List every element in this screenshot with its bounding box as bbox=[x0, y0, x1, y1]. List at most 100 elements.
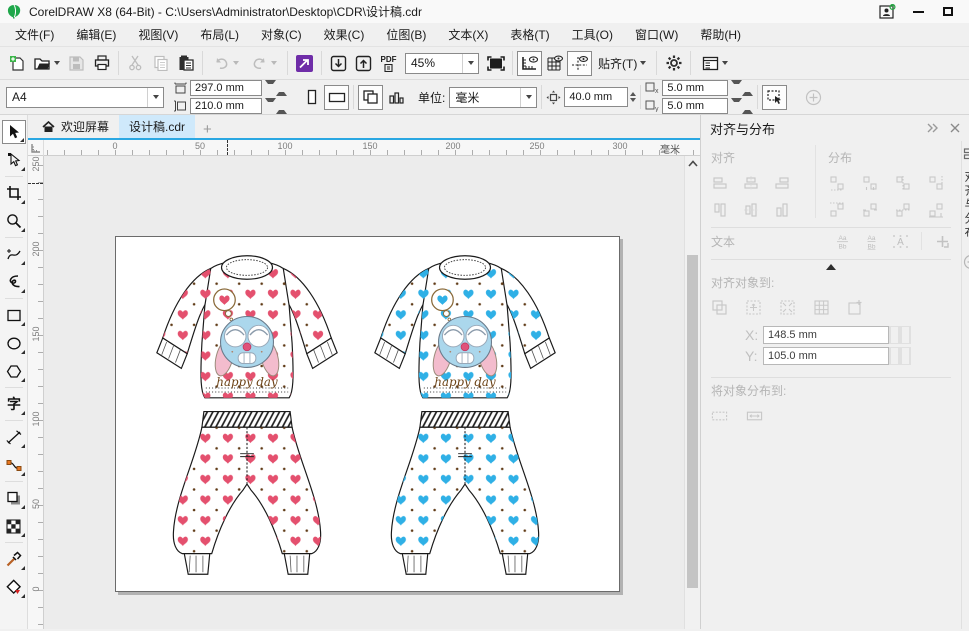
options-button[interactable] bbox=[661, 51, 686, 76]
portrait-button[interactable] bbox=[299, 85, 324, 110]
text-section-label: 文本 bbox=[711, 233, 735, 250]
print-button[interactable] bbox=[89, 51, 114, 76]
x-coordinate-spinner[interactable] bbox=[889, 326, 911, 344]
shape-tool[interactable] bbox=[2, 148, 26, 172]
minimize-icon bbox=[913, 11, 924, 13]
nudge-distance-field[interactable]: 40.0 mm bbox=[564, 87, 628, 107]
units-caret-icon[interactable] bbox=[520, 88, 536, 107]
new-tab-button[interactable]: + bbox=[195, 121, 220, 138]
tab-document[interactable]: 设计稿.cdr bbox=[119, 115, 195, 138]
window-layout-dropdown[interactable] bbox=[695, 51, 735, 76]
main-area: 字 bbox=[0, 115, 969, 629]
page-height-spinner[interactable] bbox=[265, 98, 287, 114]
docker-tab-strip: 对齐与分布 bbox=[961, 141, 969, 629]
current-page-button[interactable] bbox=[383, 85, 408, 110]
menu-bitmaps[interactable]: 位图(B) bbox=[375, 24, 437, 46]
connector-tool[interactable] bbox=[2, 453, 26, 477]
svg-text:Bb: Bb bbox=[868, 243, 876, 250]
y-coordinate-field[interactable]: 105.0 mm bbox=[763, 347, 889, 365]
y-coordinate-spinner[interactable] bbox=[889, 347, 911, 365]
export-button[interactable] bbox=[351, 51, 376, 76]
current-page-icon bbox=[388, 90, 404, 105]
dimension-tool[interactable] bbox=[2, 425, 26, 449]
all-pages-button[interactable] bbox=[358, 85, 383, 110]
polygon-tool[interactable] bbox=[2, 359, 26, 383]
open-button[interactable] bbox=[30, 51, 64, 76]
page-width-spinner[interactable] bbox=[265, 80, 287, 96]
ruler-unit-label: 毫米 bbox=[660, 141, 680, 155]
zoom-caret-icon[interactable] bbox=[462, 54, 478, 73]
menu-file[interactable]: 文件(F) bbox=[4, 24, 65, 46]
crop-tool-icon bbox=[6, 185, 22, 201]
menu-object[interactable]: 对象(C) bbox=[250, 24, 313, 46]
show-grid-toggle[interactable] bbox=[542, 51, 567, 76]
import-button[interactable] bbox=[326, 51, 351, 76]
interactive-fill-tool[interactable] bbox=[2, 575, 26, 599]
tab-welcome-screen[interactable]: 欢迎屏幕 bbox=[32, 115, 119, 138]
docker-side-tab-label[interactable]: 对齐与分布 bbox=[962, 170, 969, 240]
collapse-section-button[interactable] bbox=[711, 264, 951, 270]
quick-customize-strip-icon[interactable] bbox=[963, 254, 969, 270]
paper-size-combobox[interactable]: A4 bbox=[6, 87, 164, 108]
show-rulers-toggle[interactable] bbox=[517, 51, 542, 76]
align-section-label: 对齐 bbox=[711, 149, 815, 166]
canvas-viewport[interactable]: happy day bbox=[44, 156, 684, 629]
show-guidelines-toggle[interactable] bbox=[567, 51, 592, 76]
rectangle-tool[interactable] bbox=[2, 303, 26, 327]
new-document-button[interactable] bbox=[5, 51, 30, 76]
landscape-button[interactable] bbox=[324, 85, 349, 110]
x-coordinate-field[interactable]: 148.5 mm bbox=[763, 326, 889, 344]
v-ruler-tick: 150 bbox=[31, 326, 41, 342]
menu-tools[interactable]: 工具(O) bbox=[561, 24, 624, 46]
drop-shadow-tool[interactable] bbox=[2, 486, 26, 510]
close-docker-icon[interactable] bbox=[950, 123, 960, 133]
page-height-field[interactable]: 210.0 mm bbox=[190, 98, 262, 114]
treat-as-filled-toggle[interactable] bbox=[762, 85, 787, 110]
menu-effects[interactable]: 效果(C) bbox=[313, 24, 376, 46]
duplicate-x-spinner[interactable] bbox=[731, 80, 753, 96]
transparency-tool[interactable] bbox=[2, 514, 26, 538]
duplicate-y-spinner[interactable] bbox=[731, 98, 753, 114]
page-width-field[interactable]: 297.0 mm bbox=[190, 80, 262, 96]
paper-size-caret-icon[interactable] bbox=[147, 88, 163, 107]
menu-view[interactable]: 视图(V) bbox=[127, 24, 189, 46]
menu-window[interactable]: 窗口(W) bbox=[624, 24, 689, 46]
nudge-spinner[interactable] bbox=[630, 92, 636, 102]
vertical-scrollbar[interactable] bbox=[684, 156, 700, 629]
menu-text[interactable]: 文本(X) bbox=[437, 24, 499, 46]
collapse-docker-icon[interactable] bbox=[926, 123, 940, 133]
pick-tool[interactable] bbox=[2, 120, 26, 144]
scroll-up-button[interactable] bbox=[685, 156, 700, 171]
application-launcher-button[interactable] bbox=[292, 51, 317, 76]
ellipse-tool[interactable] bbox=[2, 331, 26, 355]
minimize-button[interactable] bbox=[903, 2, 933, 22]
menu-layout[interactable]: 布局(L) bbox=[189, 24, 250, 46]
color-eyedropper-tool[interactable] bbox=[2, 547, 26, 571]
document-area: 欢迎屏幕 设计稿.cdr + 0 50 100 150 200 250 bbox=[28, 115, 700, 629]
crop-tool[interactable] bbox=[2, 181, 26, 205]
menu-edit[interactable]: 编辑(E) bbox=[65, 24, 127, 46]
freehand-tool[interactable] bbox=[2, 242, 26, 266]
redo-icon bbox=[251, 56, 268, 71]
full-screen-preview-button[interactable] bbox=[483, 51, 508, 76]
align-to-specified-point-button bbox=[847, 299, 864, 316]
duplicate-y-field[interactable]: 5.0 mm bbox=[662, 98, 728, 114]
page-width-value: 297.0 mm bbox=[195, 82, 244, 94]
maximize-button[interactable] bbox=[933, 2, 963, 22]
duplicate-x-field[interactable]: 5.0 mm bbox=[662, 80, 728, 96]
zoom-level-combobox[interactable]: 45% bbox=[405, 53, 479, 74]
menu-table[interactable]: 表格(T) bbox=[499, 24, 560, 46]
scrollbar-thumb[interactable] bbox=[687, 255, 698, 588]
artistic-media-tool[interactable] bbox=[2, 270, 26, 294]
menu-bar: 文件(F) 编辑(E) 视图(V) 布局(L) 对象(C) 效果(C) 位图(B… bbox=[0, 23, 969, 47]
units-combobox[interactable]: 毫米 bbox=[449, 87, 537, 108]
zoom-tool[interactable] bbox=[2, 209, 26, 233]
publish-pdf-button[interactable]: PDF bbox=[376, 51, 401, 76]
toolbox: 字 bbox=[0, 115, 28, 629]
menu-help[interactable]: 帮助(H) bbox=[689, 24, 752, 46]
ruler-origin-button[interactable] bbox=[28, 140, 44, 156]
sign-in-button[interactable] bbox=[873, 2, 903, 22]
text-tool[interactable]: 字 bbox=[2, 392, 26, 416]
snap-to-dropdown[interactable]: 贴齐(T) bbox=[592, 51, 652, 76]
paste-button[interactable] bbox=[173, 51, 198, 76]
